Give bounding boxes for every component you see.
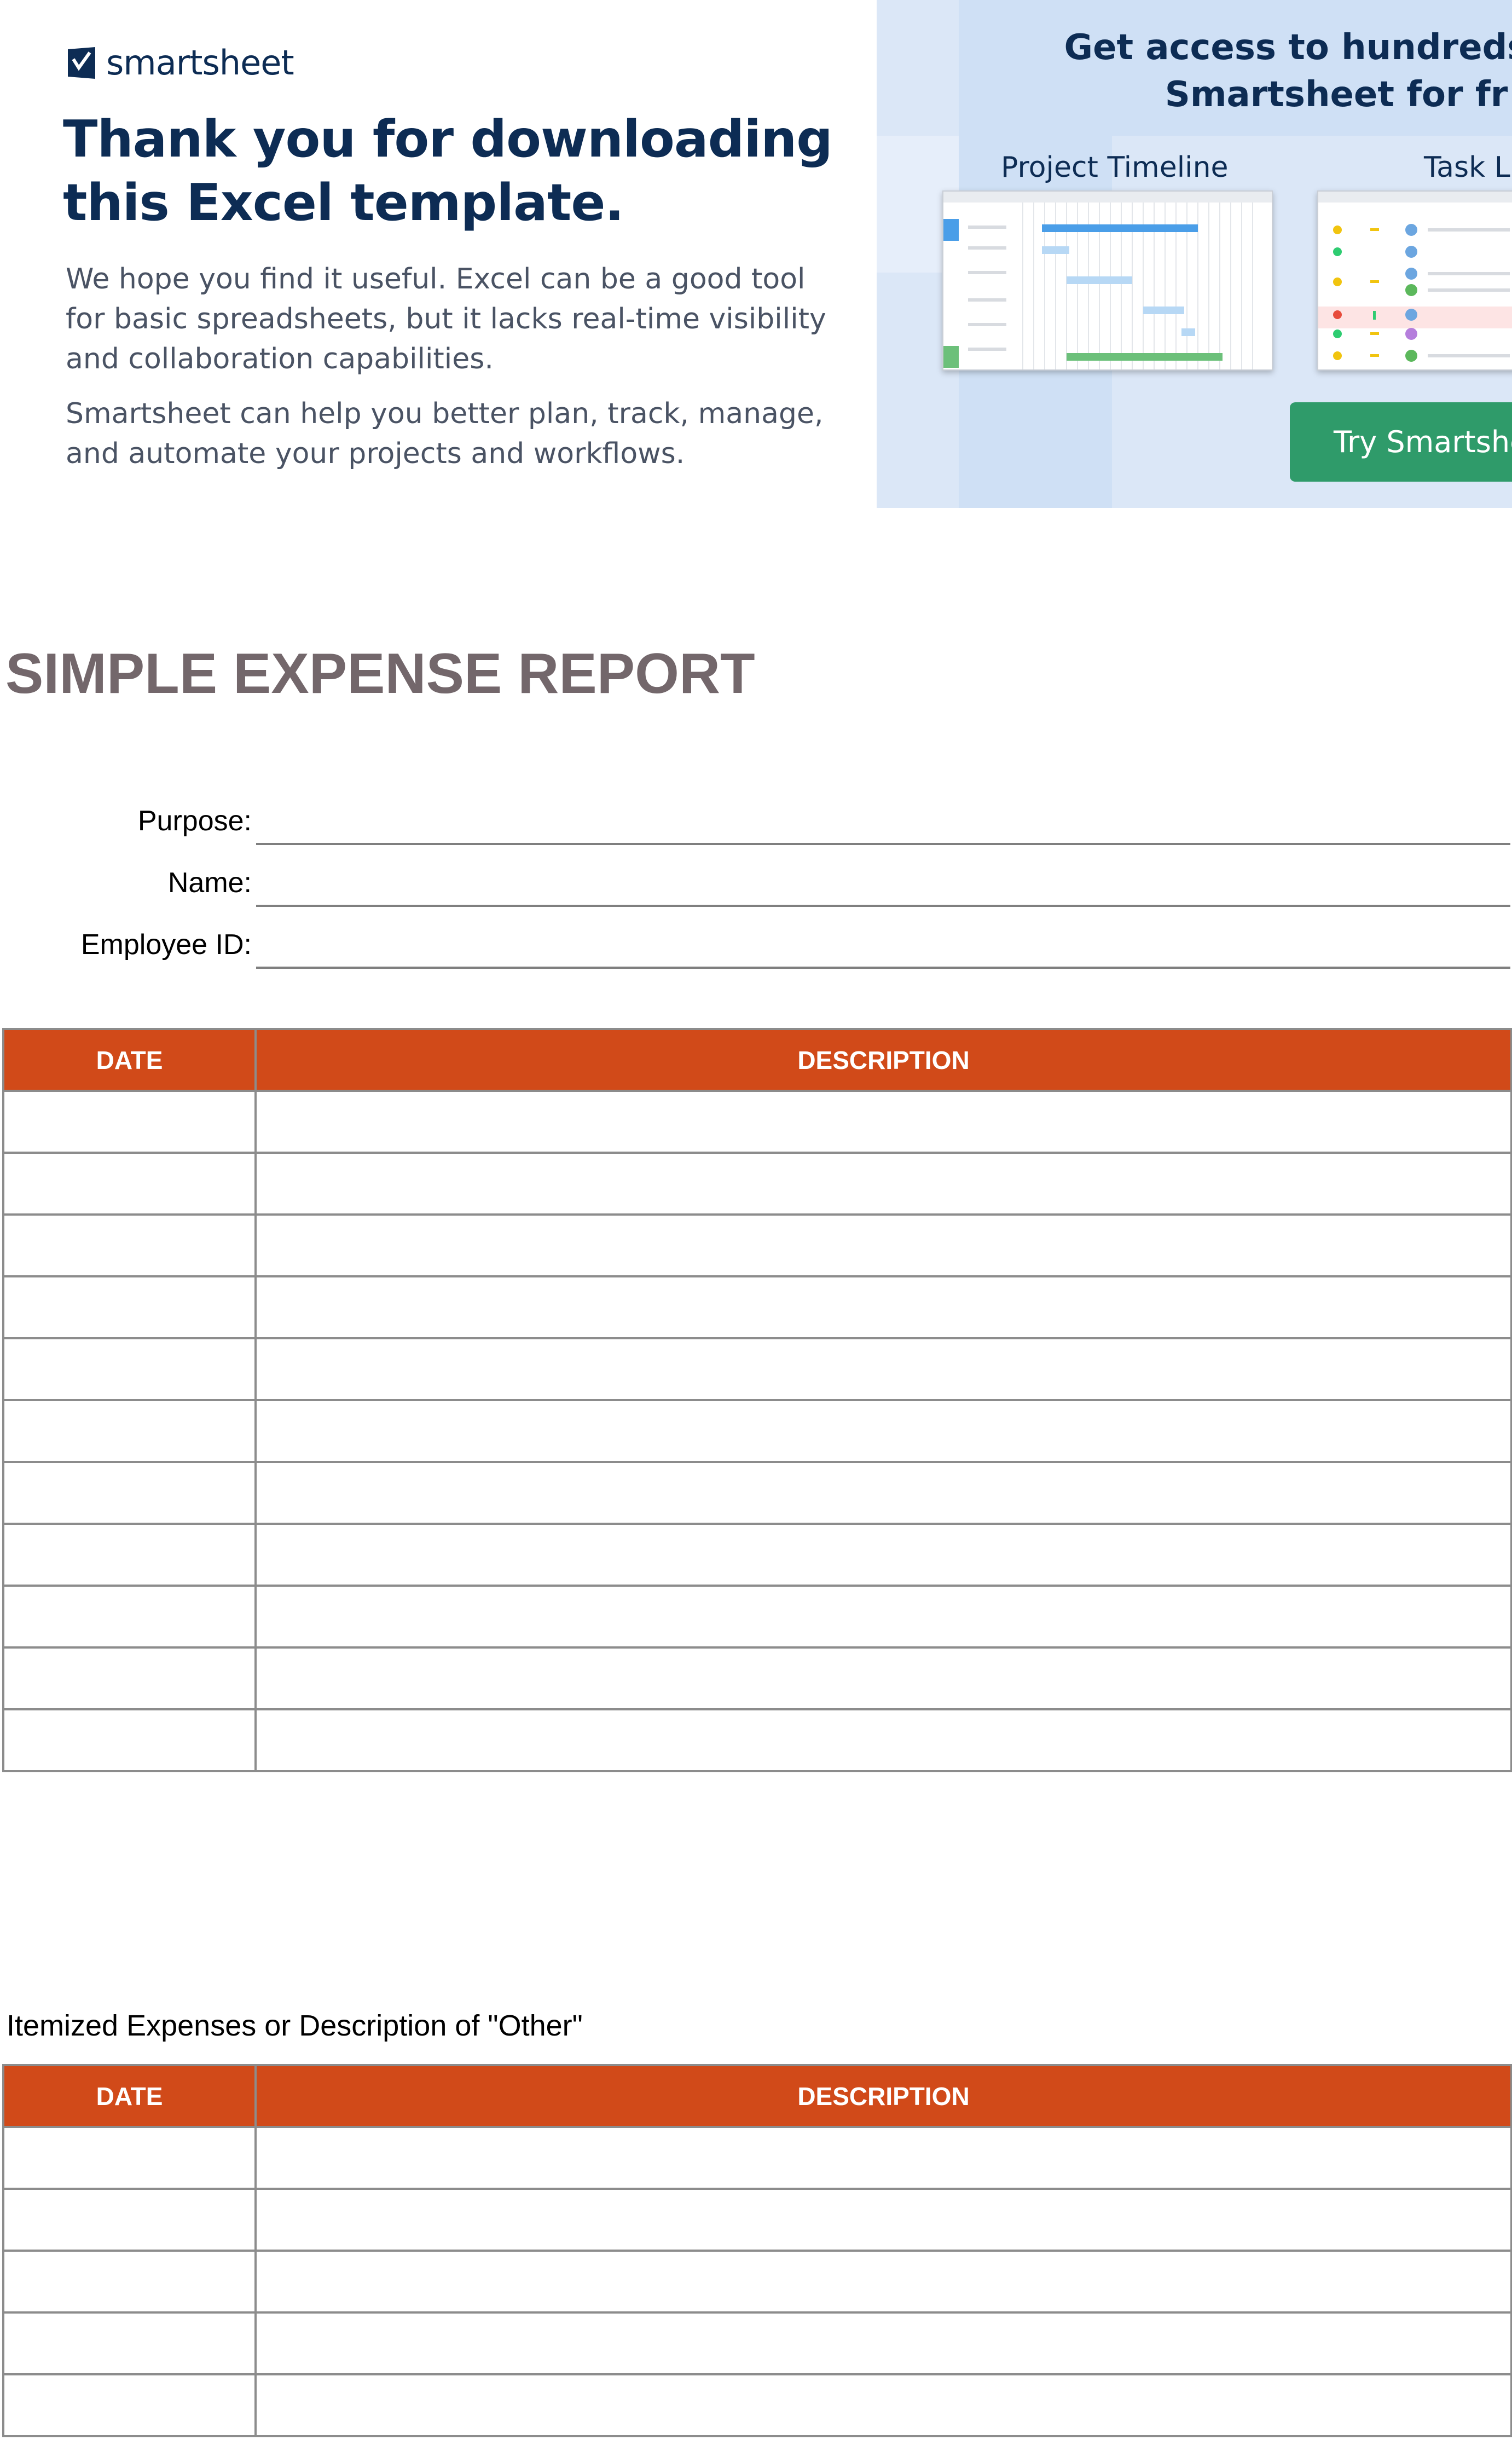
purpose-label: Purpose: xyxy=(137,805,252,837)
table-row xyxy=(2,1461,1512,1525)
table-row xyxy=(2,1275,1512,1339)
date-cell[interactable] xyxy=(2,1275,257,1339)
panel-title: Get access to hundreds of t Smartsheet f… xyxy=(1064,27,1512,115)
description-cell[interactable] xyxy=(254,1152,1512,1216)
table-row xyxy=(2,1646,1512,1710)
description-cell[interactable] xyxy=(254,2250,1512,2314)
table-row xyxy=(2,2250,1512,2314)
table-row xyxy=(2,2311,1512,2375)
description-cell[interactable] xyxy=(254,2188,1512,2252)
name-input-line[interactable] xyxy=(256,905,1510,907)
table-row xyxy=(2,1708,1512,1772)
date-cell[interactable] xyxy=(2,2126,257,2190)
description-column-header: DESCRIPTION xyxy=(254,1028,1512,1092)
date-cell[interactable] xyxy=(2,1646,257,1710)
date-cell[interactable] xyxy=(2,2311,257,2375)
itemized-expenses-label: Itemized Expenses or Description of "Oth… xyxy=(7,2009,583,2042)
promo-paragraph-1: We hope you find it useful. Excel can be… xyxy=(66,263,826,375)
description-cell[interactable] xyxy=(254,1213,1512,1277)
expense-table-body xyxy=(2,1090,1512,1772)
purpose-input-line[interactable] xyxy=(256,843,1510,845)
project-timeline-label: Project Timeline xyxy=(1001,151,1229,184)
description-cell[interactable] xyxy=(254,1399,1512,1463)
description-cell[interactable] xyxy=(254,1461,1512,1525)
table-row xyxy=(2,2373,1512,2437)
description-column-header: DESCRIPTION xyxy=(254,2064,1512,2128)
date-cell[interactable] xyxy=(2,1399,257,1463)
promo-paragraph-2: Smartsheet can help you better plan, tra… xyxy=(66,397,824,470)
description-cell[interactable] xyxy=(254,1646,1512,1710)
date-cell[interactable] xyxy=(2,2373,257,2437)
table-row xyxy=(2,2188,1512,2252)
project-timeline-thumbnail xyxy=(942,190,1273,371)
table-row xyxy=(2,1585,1512,1649)
description-cell[interactable] xyxy=(254,1275,1512,1339)
date-cell[interactable] xyxy=(2,1461,257,1525)
date-cell[interactable] xyxy=(2,1523,257,1587)
date-cell[interactable] xyxy=(2,1585,257,1649)
table-row xyxy=(2,1523,1512,1587)
date-cell[interactable] xyxy=(2,2250,257,2314)
table-row xyxy=(2,1213,1512,1277)
description-cell[interactable] xyxy=(254,1337,1512,1401)
description-cell[interactable] xyxy=(254,2373,1512,2437)
smartsheet-promo-banner: smartsheet Thank you for downloading thi… xyxy=(0,0,1512,509)
table-row xyxy=(2,1399,1512,1463)
table-header-row: DATE DESCRIPTION xyxy=(2,1028,1512,1092)
description-cell[interactable] xyxy=(254,1585,1512,1649)
smartsheet-logo[interactable]: smartsheet xyxy=(68,43,294,83)
itemized-table: DATE DESCRIPTION xyxy=(2,2064,1512,2437)
table-row xyxy=(2,1152,1512,1216)
date-cell[interactable] xyxy=(2,1708,257,1772)
task-list-label: Task Li xyxy=(1424,151,1512,184)
description-cell[interactable] xyxy=(254,1090,1512,1154)
date-column-header: DATE xyxy=(2,2064,257,2128)
employee-id-input-line[interactable] xyxy=(256,967,1510,969)
logo-wordmark: smartsheet xyxy=(106,43,294,83)
expense-table: DATE DESCRIPTION xyxy=(2,1028,1512,1772)
table-row xyxy=(2,1337,1512,1401)
date-column-header: DATE xyxy=(2,1028,257,1092)
employee-id-label: Employee ID: xyxy=(80,929,252,961)
description-cell[interactable] xyxy=(254,1708,1512,1772)
table-row xyxy=(2,1090,1512,1154)
table-row xyxy=(2,2126,1512,2190)
table-header-row: DATE DESCRIPTION xyxy=(2,2064,1512,2128)
name-label: Name: xyxy=(167,867,252,899)
task-list-thumbnail xyxy=(1317,190,1512,371)
itemized-table-body xyxy=(2,2126,1512,2437)
date-cell[interactable] xyxy=(2,1090,257,1154)
date-cell[interactable] xyxy=(2,2188,257,2252)
try-smartsheet-button[interactable]: Try Smartshee xyxy=(1290,402,1512,482)
date-cell[interactable] xyxy=(2,1213,257,1277)
report-title: SIMPLE EXPENSE REPORT xyxy=(5,642,755,706)
description-cell[interactable] xyxy=(254,2311,1512,2375)
promo-panel[interactable]: Get access to hundreds of t Smartsheet f… xyxy=(877,0,1512,508)
date-cell[interactable] xyxy=(2,1337,257,1401)
date-cell[interactable] xyxy=(2,1152,257,1216)
description-cell[interactable] xyxy=(254,1523,1512,1587)
gantt-chart-illustration xyxy=(943,192,1272,369)
description-cell[interactable] xyxy=(254,2126,1512,2190)
smartsheet-logo-icon xyxy=(68,47,95,79)
task-list-illustration xyxy=(1318,192,1512,362)
promo-heading: Thank you for downloading this Excel tem… xyxy=(63,109,833,232)
